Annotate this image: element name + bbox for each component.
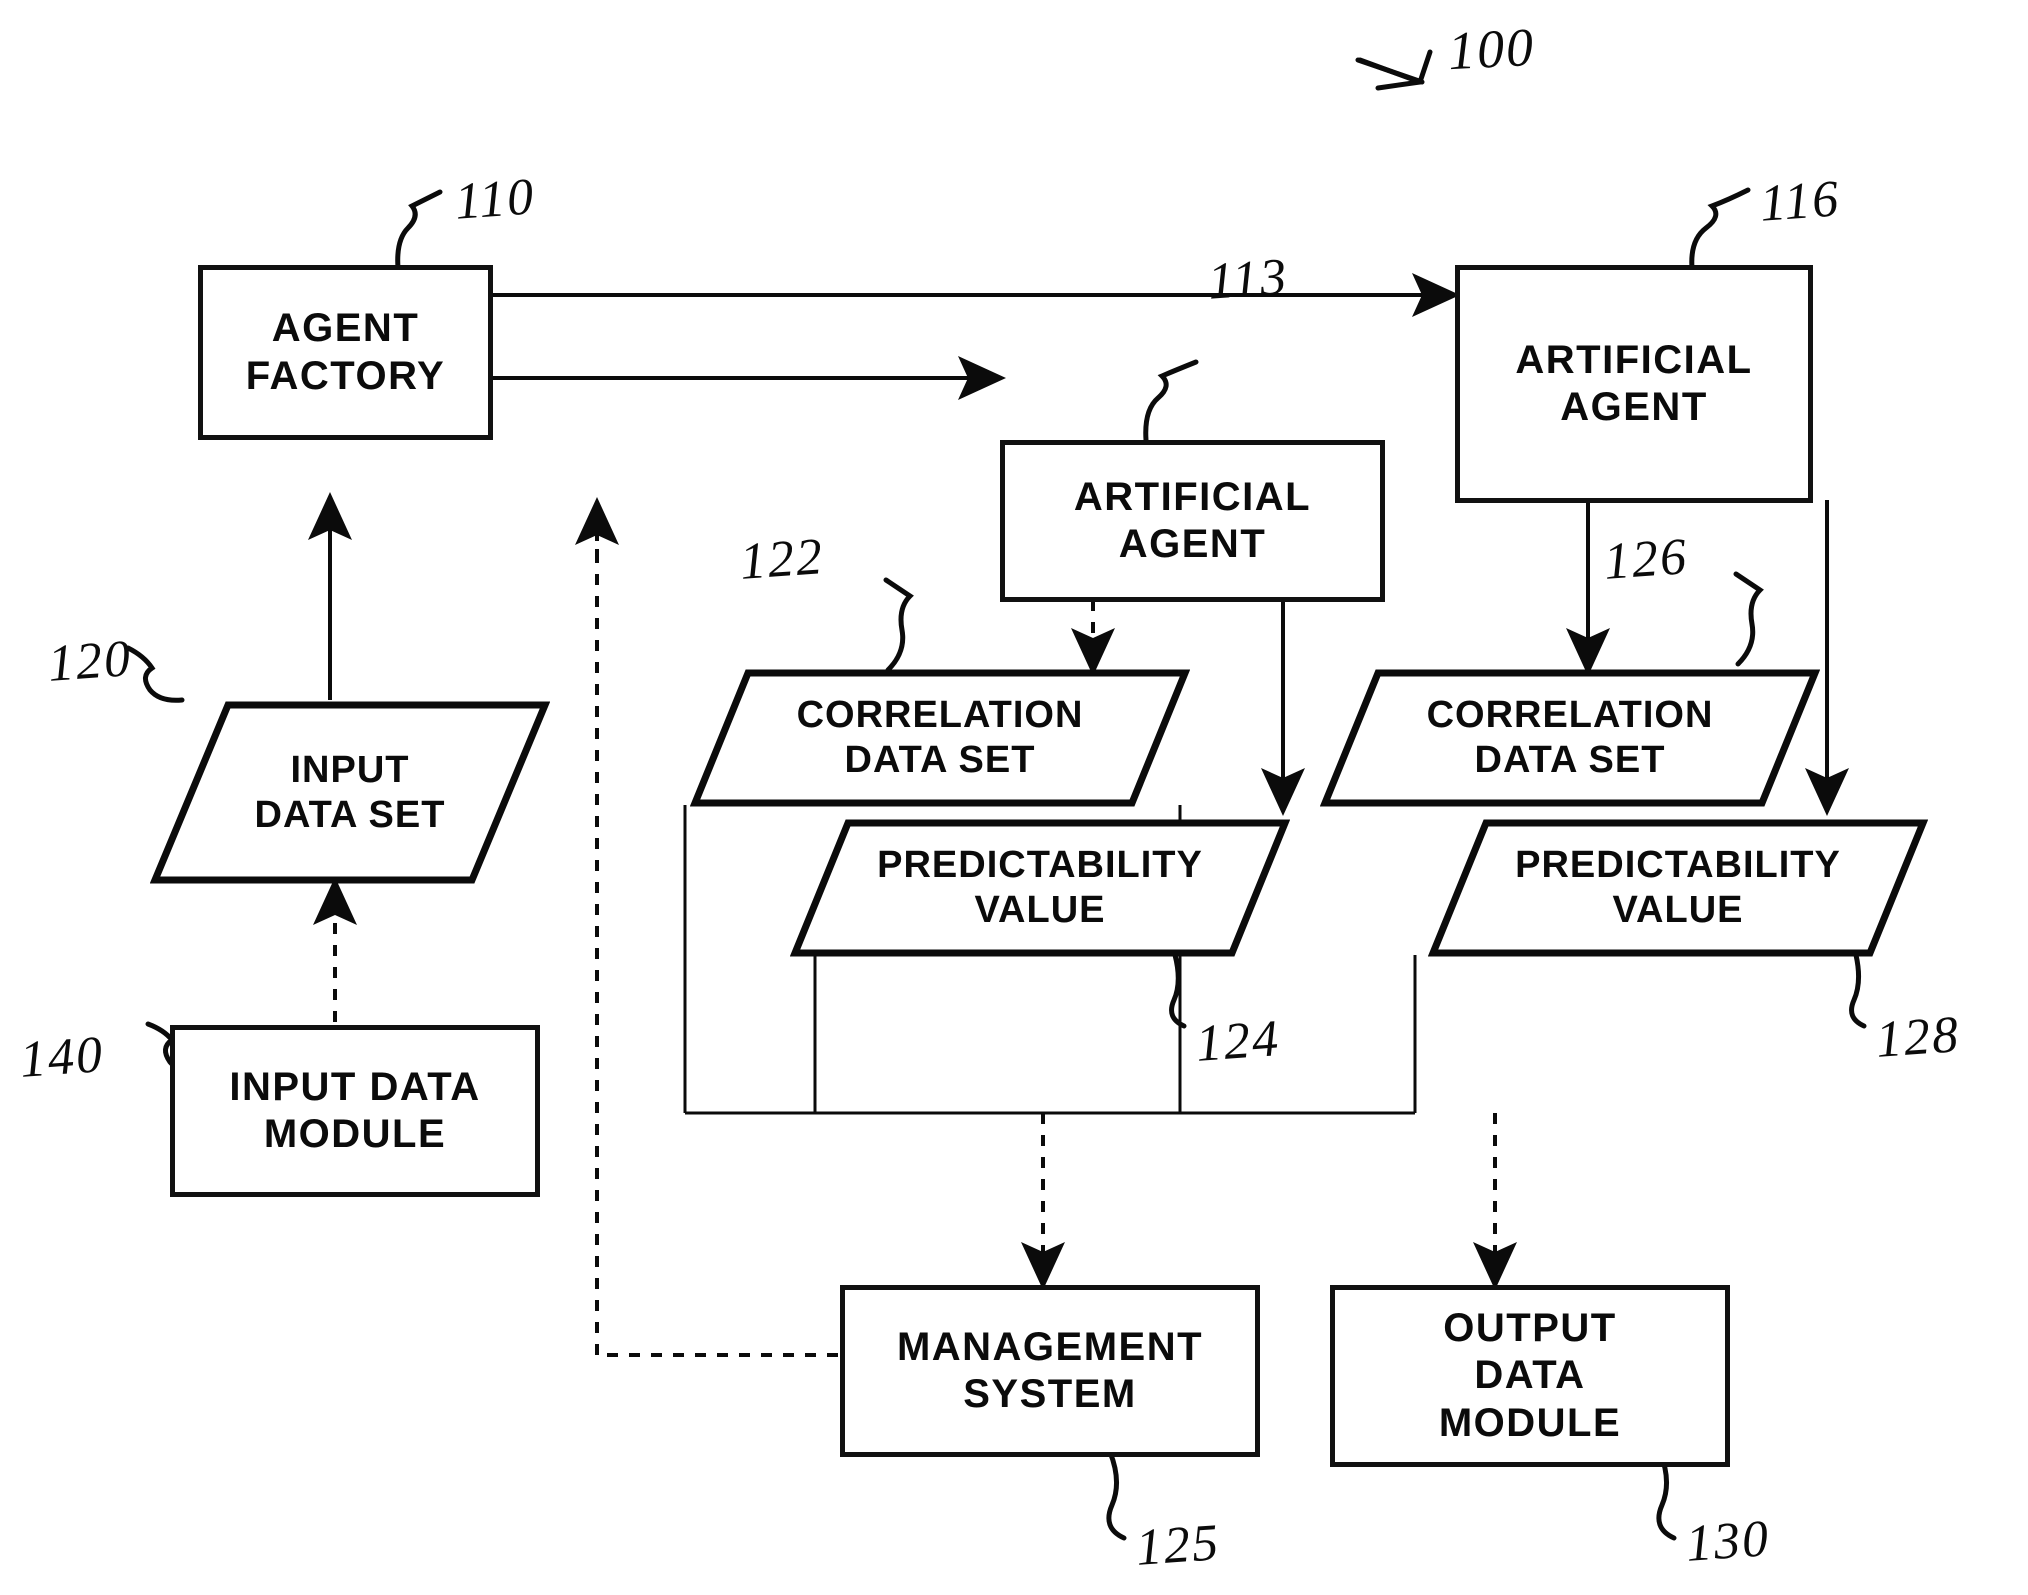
correlation-data-set-mid-shape[interactable]: CORRELATION DATA SET: [690, 668, 1190, 808]
predictability-value-right-shape[interactable]: PREDICTABILITY VALUE: [1428, 818, 1928, 958]
predictability-value-mid-shape[interactable]: PREDICTABILITY VALUE: [790, 818, 1290, 958]
artificial-agent-mid-label: ARTIFICIAL AGENT: [1073, 474, 1312, 566]
ref-124: 124: [1194, 1010, 1282, 1073]
management-system-label: MANAGEMENT SYSTEM: [896, 1324, 1204, 1416]
ref-128: 128: [1874, 1006, 1962, 1069]
output-data-module-box[interactable]: OUTPUT DATA MODULE: [1330, 1285, 1730, 1467]
ref-120: 120: [46, 630, 134, 693]
output-data-module-label: OUTPUT DATA MODULE: [1438, 1306, 1622, 1445]
artificial-agent-right-label: ARTIFICIAL AGENT: [1515, 337, 1753, 429]
ref-110: 110: [453, 168, 538, 231]
ref-126: 126: [1602, 528, 1690, 591]
input-data-module-box[interactable]: INPUT DATA MODULE: [170, 1025, 540, 1197]
ref-113: 113: [1206, 248, 1291, 311]
agent-factory-box[interactable]: AGENT FACTORY: [198, 265, 493, 440]
artificial-agent-right-box[interactable]: ARTIFICIAL AGENT: [1455, 265, 1813, 503]
correlation-data-set-right-shape[interactable]: CORRELATION DATA SET: [1320, 668, 1820, 808]
ref-116: 116: [1758, 170, 1843, 233]
artificial-agent-mid-box[interactable]: ARTIFICIAL AGENT: [1000, 440, 1385, 602]
input-data-set-shape[interactable]: INPUT DATA SET: [150, 700, 550, 885]
agent-factory-label: AGENT FACTORY: [245, 306, 446, 398]
input-data-set-label: INPUT DATA SET: [254, 748, 446, 836]
ref-140: 140: [18, 1026, 106, 1089]
correlation-data-set-mid-label: CORRELATION DATA SET: [796, 694, 1084, 781]
input-data-module-label: INPUT DATA MODULE: [229, 1064, 481, 1156]
predictability-value-right-label: PREDICTABILITY VALUE: [1515, 844, 1841, 931]
ref-122: 122: [738, 528, 826, 591]
ref-130: 130: [1684, 1510, 1772, 1573]
predictability-value-mid-label: PREDICTABILITY VALUE: [877, 844, 1203, 931]
ref-100: 100: [1446, 16, 1537, 82]
ref-125: 125: [1134, 1514, 1222, 1577]
correlation-data-set-right-label: CORRELATION DATA SET: [1426, 694, 1714, 781]
patent-figure-canvas: 100 110 113 116 120 122 124 126 128 125 …: [0, 0, 2028, 1595]
management-system-box[interactable]: MANAGEMENT SYSTEM: [840, 1285, 1260, 1457]
